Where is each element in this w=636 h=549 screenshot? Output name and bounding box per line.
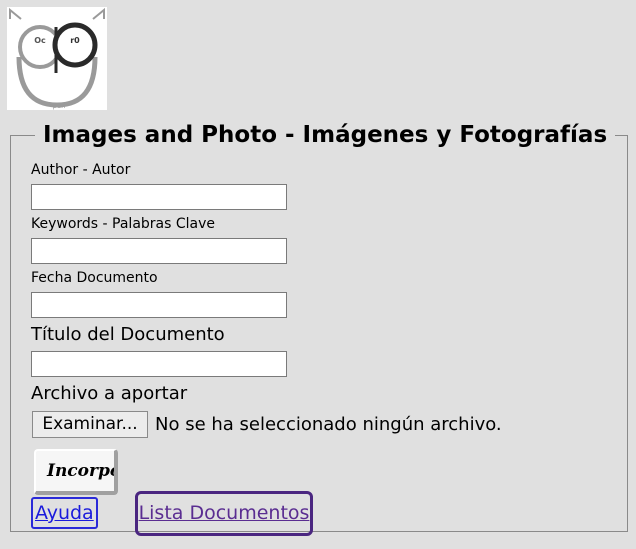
form-legend: Images and Photo - Imágenes y Fotografía… <box>43 122 608 148</box>
keywords-input[interactable] <box>31 238 287 264</box>
title-label: Título del Documento <box>31 324 225 345</box>
date-input[interactable] <box>31 292 287 318</box>
title-input[interactable] <box>31 351 287 377</box>
file-label: Archivo a aportar <box>31 383 188 404</box>
author-label: Author - Autor <box>31 162 131 178</box>
keywords-label: Keywords - Palabras Clave <box>31 216 216 232</box>
logo-right-eye-text: r0 <box>70 36 80 45</box>
date-label: Fecha Documento <box>31 270 158 286</box>
author-input[interactable] <box>31 184 287 210</box>
ocropen-logo: Oc r0 pen <box>7 7 107 110</box>
browse-file-button[interactable]: Examinar... <box>32 411 148 438</box>
file-status-text: No se ha seleccionado ningún archivo. <box>155 414 502 435</box>
document-list-link[interactable]: Lista Documentos <box>135 491 313 536</box>
submit-button[interactable]: Incorporar <box>34 449 118 495</box>
logo-left-eye-text: Oc <box>34 36 46 45</box>
help-link[interactable]: Ayuda <box>31 497 98 529</box>
logo-bottom-text: pen <box>52 102 65 110</box>
